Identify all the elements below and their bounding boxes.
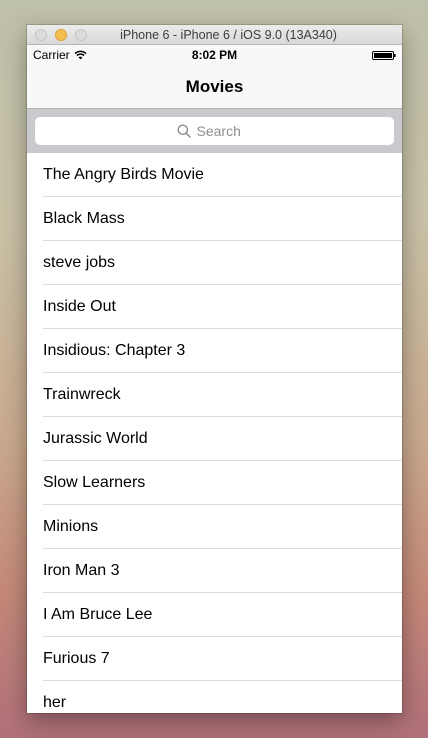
status-time: 8:02 PM [191, 48, 238, 62]
battery-icon [372, 51, 396, 60]
movie-row[interactable]: Black Mass [27, 197, 402, 241]
search-input[interactable] [196, 123, 253, 139]
movie-row[interactable]: Trainwreck [27, 373, 402, 417]
movie-row[interactable]: Furious 7 [27, 637, 402, 681]
zoom-window-button[interactable] [75, 29, 87, 41]
movie-row[interactable]: The Angry Birds Movie [27, 153, 402, 197]
movie-row[interactable]: steve jobs [27, 241, 402, 285]
movie-row[interactable]: Jurassic World [27, 417, 402, 461]
movie-row[interactable]: her [27, 681, 402, 713]
movie-row[interactable]: Slow Learners [27, 461, 402, 505]
search-field[interactable] [35, 117, 394, 145]
ios-status-bar: Carrier 8:02 PM [27, 45, 402, 65]
close-window-button[interactable] [35, 29, 47, 41]
search-icon [177, 124, 191, 138]
movie-row[interactable]: Minions [27, 505, 402, 549]
movie-row[interactable]: Insidious: Chapter 3 [27, 329, 402, 373]
simulator-window: iPhone 6 - iPhone 6 / iOS 9.0 (13A340) C… [27, 25, 402, 713]
movie-list: The Angry Birds Movie Black Mass steve j… [27, 153, 402, 713]
page-title: Movies [185, 76, 244, 96]
search-bar [27, 109, 402, 153]
minimize-window-button[interactable] [55, 29, 67, 41]
window-titlebar[interactable]: iPhone 6 - iPhone 6 / iOS 9.0 (13A340) [27, 25, 402, 45]
navigation-bar: Movies [27, 65, 402, 109]
movie-row[interactable]: Inside Out [27, 285, 402, 329]
movie-row[interactable]: I Am Bruce Lee [27, 593, 402, 637]
window-controls [35, 29, 87, 41]
movie-row[interactable]: Iron Man 3 [27, 549, 402, 593]
